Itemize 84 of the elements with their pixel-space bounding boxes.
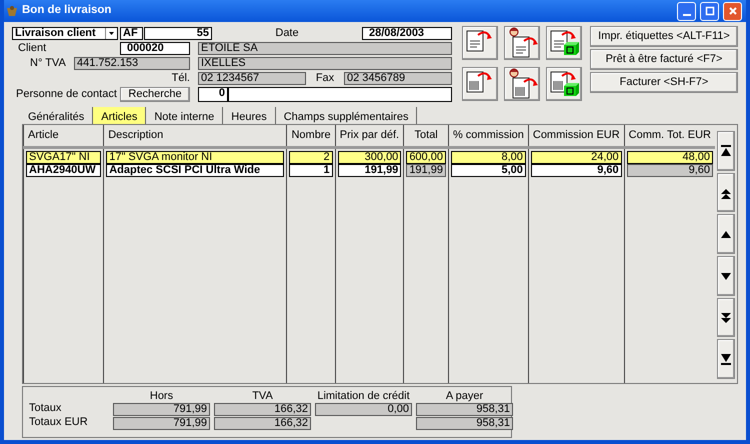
total-field: 0,00	[315, 403, 412, 416]
action-button[interactable]: Impr. étiquettes <ALT-F11>	[590, 26, 738, 47]
bar-up-arrow-icon	[720, 144, 732, 157]
column-header: TVA	[251, 391, 274, 402]
action-button[interactable]: Prêt à être facturé <F7>	[590, 49, 738, 70]
column-header: Nombre	[286, 125, 336, 147]
total-field: 958,31	[416, 417, 513, 430]
column-header: Limitation de crédit	[316, 391, 411, 402]
double-up-arrow-icon	[720, 186, 732, 198]
column-header: Total	[404, 125, 448, 147]
table-cell: 17" SVGA monitor NI	[106, 151, 284, 164]
client-code-field[interactable]: 000020	[120, 42, 190, 54]
client-label: Client	[17, 42, 48, 54]
column-header: A payer	[444, 391, 484, 402]
maximize-icon	[704, 5, 716, 17]
close-icon	[726, 5, 738, 17]
minimize-icon	[682, 14, 690, 16]
window-title: Bon de livraison	[22, 5, 112, 17]
action-button[interactable]: Facturer <SH-F7>	[590, 72, 738, 93]
column-header: % commission	[448, 125, 528, 147]
maximize-button[interactable]	[700, 2, 719, 20]
contact-field[interactable]: 0	[198, 86, 452, 102]
column-header: Article	[24, 125, 104, 147]
table-cell: 9,60	[530, 164, 622, 177]
date-label: Date	[274, 28, 300, 38]
total-field: 166,32	[214, 403, 311, 416]
row-label: Totaux	[29, 403, 62, 416]
total-field: 166,32	[214, 417, 311, 430]
tool-button[interactable]	[462, 26, 498, 60]
client-name-field[interactable]: ETOILE SA	[198, 42, 452, 54]
vat-field[interactable]: 441.752.153	[74, 56, 190, 70]
city-field[interactable]: IXELLES	[198, 56, 452, 70]
table-cell: AHA2940UW	[26, 164, 102, 177]
table-cell: 48,00	[626, 151, 713, 164]
scroll-last-button[interactable]	[717, 339, 735, 380]
table-cell: 2	[289, 151, 333, 164]
total-field: 958,31	[416, 403, 513, 416]
table-cell: 300,00	[338, 151, 402, 164]
total-field: 791,99	[113, 403, 210, 416]
table-cell: 191,99	[338, 164, 402, 177]
scroll-up-button[interactable]	[717, 214, 735, 254]
bar-down-arrow-icon	[720, 353, 732, 366]
row-label: Totaux EUR	[29, 417, 89, 430]
tool-button[interactable]	[504, 26, 540, 60]
vat-label: N° TVA	[29, 58, 67, 68]
table-cell: SVGA17" NI	[26, 151, 102, 164]
contact-label: Personne de contact	[15, 88, 118, 100]
column-header: Prix par déf.	[335, 125, 404, 147]
scroll-page-down-button[interactable]	[717, 298, 735, 338]
scroll-first-button[interactable]	[717, 131, 735, 171]
table-cell: 1	[289, 164, 333, 177]
app-icon	[6, 5, 18, 17]
double-down-arrow-icon	[720, 312, 732, 324]
column-header: Commission EUR	[528, 125, 624, 147]
tool-button[interactable]	[504, 67, 540, 101]
caret-icon	[105, 28, 117, 38]
fax-field[interactable]: 02 3456789	[344, 72, 452, 84]
table-cell: 24,00	[530, 151, 622, 164]
tool-button[interactable]	[462, 67, 498, 101]
table-cell: 9,60	[626, 164, 713, 177]
tool-button[interactable]	[546, 26, 582, 60]
column-header: Description	[104, 125, 287, 147]
table-cell: 600,00	[406, 151, 446, 164]
total-field: 791,99	[113, 417, 210, 430]
table-cell: 8,00	[450, 151, 526, 164]
prefix-field[interactable]: AF	[120, 26, 143, 40]
table-cell: 5,00	[450, 164, 526, 177]
date-field[interactable]: 28/08/2003	[362, 26, 452, 40]
phone-field[interactable]: 02 1234567	[198, 72, 306, 84]
table-cell: Adaptec SCSI PCI Ultra Wide	[106, 164, 284, 177]
phone-label: Tél.	[170, 72, 190, 84]
close-button[interactable]	[723, 2, 742, 20]
scroll-page-up-button[interactable]	[717, 172, 735, 212]
number-field[interactable]: 55	[144, 26, 212, 40]
tool-button[interactable]	[546, 67, 582, 101]
column-header: Hors	[148, 391, 174, 402]
table-cell: 191,99	[406, 164, 446, 177]
fax-label: Fax	[314, 72, 336, 84]
search-button[interactable]: Recherche	[120, 86, 190, 102]
type-dropdown[interactable]: Livraison client	[12, 26, 118, 40]
minimize-button[interactable]	[677, 2, 696, 20]
tab[interactable]: Articles	[93, 107, 146, 124]
column-header: Comm. Tot. EUR	[624, 125, 715, 147]
scroll-down-button[interactable]	[717, 256, 735, 296]
